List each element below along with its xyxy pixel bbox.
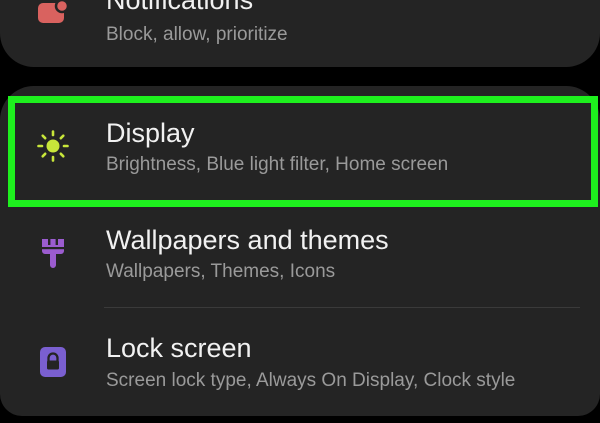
settings-item-notifications[interactable]: Notifications Block, allow, prioritize <box>0 0 600 60</box>
settings-item-title: Notifications <box>106 0 254 15</box>
lock-icon <box>34 342 72 380</box>
notifications-icon <box>34 0 72 32</box>
settings-item-title: Wallpapers and themes <box>106 225 389 255</box>
settings-item-wallpapers-and-themes[interactable]: Wallpapers and themes Wallpapers, Themes… <box>0 208 600 306</box>
settings-item-subtitle: Block, allow, prioritize <box>106 24 288 45</box>
settings-item-title: Lock screen <box>106 333 252 363</box>
settings-item-lock-screen[interactable]: Lock screen Screen lock type, Always On … <box>0 316 600 412</box>
paintbrush-icon <box>34 234 72 272</box>
settings-item-subtitle: Screen lock type, Always On Display, Clo… <box>106 370 516 391</box>
divider <box>104 307 580 308</box>
highlight-frame <box>8 96 598 207</box>
settings-screen: Notifications Block, allow, prioritize D… <box>0 0 600 423</box>
settings-item-subtitle: Wallpapers, Themes, Icons <box>106 261 336 282</box>
